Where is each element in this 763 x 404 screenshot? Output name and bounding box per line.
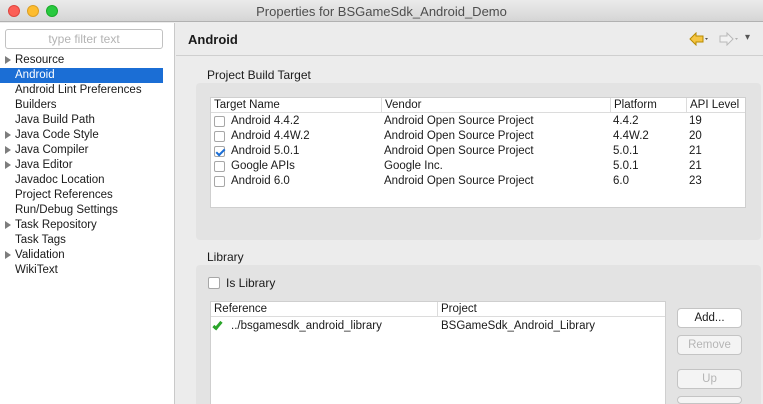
tree-item-java-editor[interactable]: Java Editor xyxy=(0,158,175,173)
build-target-group: Target Name Vendor Platform API Level An… xyxy=(196,83,761,240)
resolved-check-icon xyxy=(212,319,223,331)
property-tree: Resource Android Android Lint Preference… xyxy=(0,53,175,278)
expand-arrow-icon[interactable] xyxy=(5,146,11,154)
remove-button[interactable]: Remove xyxy=(677,335,742,355)
table-header: Target Name Vendor Platform API Level xyxy=(211,98,745,113)
expand-arrow-icon[interactable] xyxy=(5,221,11,229)
tree-item-javadoc-location[interactable]: Javadoc Location xyxy=(0,173,175,188)
column-header-target-name[interactable]: Target Name xyxy=(211,98,382,113)
tree-item-validation[interactable]: Validation xyxy=(0,248,175,263)
library-table: Reference Project ../bsgamesdk_android_l… xyxy=(210,301,666,404)
tree-item-android[interactable]: Android xyxy=(0,68,163,83)
tree-item-builders[interactable]: Builders xyxy=(0,98,175,113)
tree-item-project-references[interactable]: Project References xyxy=(0,188,175,203)
target-checkbox[interactable] xyxy=(214,131,225,142)
target-checkbox[interactable] xyxy=(214,161,225,172)
filter-input[interactable] xyxy=(5,29,163,49)
expand-arrow-icon[interactable] xyxy=(5,56,11,64)
tree-item-resource[interactable]: Resource xyxy=(0,53,175,68)
is-library-checkbox[interactable] xyxy=(208,277,220,289)
table-row[interactable]: Android 4.4.2 Android Open Source Projec… xyxy=(211,114,745,129)
target-checkbox[interactable] xyxy=(214,116,225,127)
table-row[interactable]: Android 5.0.1 Android Open Source Projec… xyxy=(211,144,745,159)
title-bar: Properties for BSGameSdk_Android_Demo xyxy=(0,0,763,22)
view-menu-icon[interactable]: ▾ xyxy=(745,32,750,43)
page-title: Android xyxy=(188,32,238,47)
forward-arrow-icon[interactable] xyxy=(719,32,741,46)
column-header-vendor[interactable]: Vendor xyxy=(382,98,611,113)
tree-item-run-debug-settings[interactable]: Run/Debug Settings xyxy=(0,203,175,218)
target-checkbox[interactable] xyxy=(214,176,225,187)
column-header-project[interactable]: Project xyxy=(438,302,667,317)
expand-arrow-icon[interactable] xyxy=(5,161,11,169)
table-row[interactable]: Android 6.0 Android Open Source Project … xyxy=(211,174,745,189)
column-header-reference[interactable]: Reference xyxy=(211,302,438,317)
target-checkbox-checked[interactable] xyxy=(214,146,225,157)
expand-arrow-icon[interactable] xyxy=(5,131,11,139)
down-button[interactable] xyxy=(677,396,742,404)
tree-item-task-tags[interactable]: Task Tags xyxy=(0,233,175,248)
up-button[interactable]: Up xyxy=(677,369,742,389)
page-header: Android ▾ xyxy=(176,23,763,56)
is-library-label[interactable]: Is Library xyxy=(226,276,275,290)
build-target-group-label: Project Build Target xyxy=(207,68,311,82)
tree-item-wikitext[interactable]: WikiText xyxy=(0,263,175,278)
table-header: Reference Project xyxy=(211,302,665,317)
table-row[interactable]: Android 4.4W.2 Android Open Source Proje… xyxy=(211,129,745,144)
column-header-api-level[interactable]: API Level xyxy=(687,98,747,113)
tree-item-task-repository[interactable]: Task Repository xyxy=(0,218,175,233)
tree-item-java-build-path[interactable]: Java Build Path xyxy=(0,113,175,128)
expand-arrow-icon[interactable] xyxy=(5,251,11,259)
table-row[interactable]: ../bsgamesdk_android_library BSGameSdk_A… xyxy=(211,319,665,334)
tree-item-android-lint-preferences[interactable]: Android Lint Preferences xyxy=(0,83,175,98)
add-button[interactable]: Add... xyxy=(677,308,742,328)
library-group-label: Library xyxy=(207,250,244,264)
table-row[interactable]: Google APIs Google Inc. 5.0.1 21 xyxy=(211,159,745,174)
sidebar: Resource Android Android Lint Preference… xyxy=(0,23,175,404)
column-header-platform[interactable]: Platform xyxy=(611,98,687,113)
main-panel: Android ▾ Project Build Target Target Na… xyxy=(176,23,763,404)
back-arrow-icon[interactable] xyxy=(689,32,711,46)
window-title: Properties for BSGameSdk_Android_Demo xyxy=(256,4,507,19)
tree-item-java-code-style[interactable]: Java Code Style xyxy=(0,128,175,143)
build-target-table: Target Name Vendor Platform API Level An… xyxy=(210,97,746,208)
tree-item-java-compiler[interactable]: Java Compiler xyxy=(0,143,175,158)
